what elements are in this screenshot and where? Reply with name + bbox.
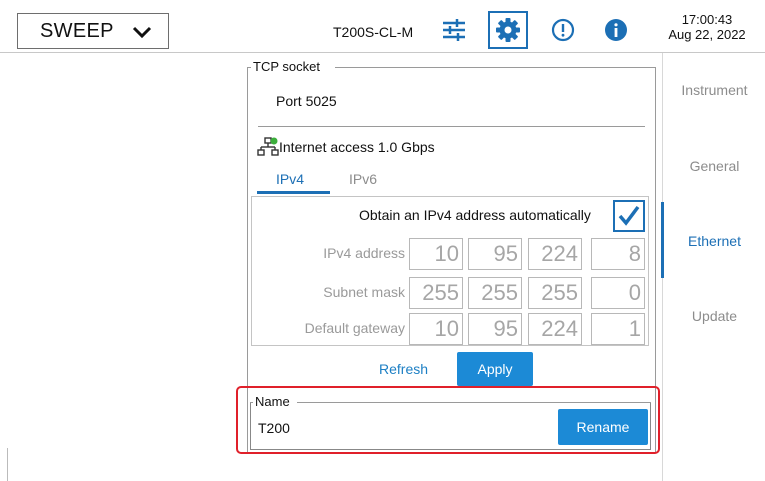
chevron-down-icon [132,26,152,39]
left-edge-line [7,448,8,481]
ipv4-address-octet-2[interactable]: 95 [468,238,522,270]
info-icon [605,19,627,41]
panel-top-border-right [335,67,656,68]
tab-ipv4[interactable]: IPv4 [276,171,304,187]
auto-ip-label: Obtain an IPv4 address automatically [359,207,591,223]
subnet-mask-label: Subnet mask [323,284,405,300]
info-button[interactable] [596,11,636,49]
header-divider [0,52,765,53]
tcp-socket-legend: TCP socket [251,59,322,74]
nav-item-general[interactable]: General [663,158,765,174]
alerts-button[interactable] [543,11,583,49]
mode-label: SWEEP [40,20,114,42]
auto-ip-checkbox[interactable] [613,200,645,232]
port-divider [258,126,645,127]
clock-date: Aug 22, 2022 [668,27,746,42]
sliders-icon [443,19,465,41]
nav-item-instrument[interactable]: Instrument [663,82,765,98]
subnet-mask-octet-2[interactable]: 255 [468,277,522,309]
tab-active-indicator [257,191,330,194]
name-top-border-right [297,402,651,403]
nav-item-ethernet[interactable]: Ethernet [663,233,765,249]
subnet-mask-octet-3[interactable]: 255 [528,277,582,309]
ipv4-address-octet-1[interactable]: 10 [409,238,463,270]
apply-button[interactable]: Apply [457,352,533,386]
gear-icon [496,18,520,42]
ipv4-address-octet-4[interactable]: 8 [591,238,645,270]
clock-time: 17:00:43 [681,12,733,27]
ipv4-address-octet-3[interactable]: 224 [528,238,582,270]
network-icon [257,137,279,156]
settings-nav: Instrument General Ethernet Update [661,53,765,481]
port-label: Port 5025 [276,93,337,109]
checkmark-icon [618,205,640,226]
alert-icon [551,18,575,42]
nav-item-update[interactable]: Update [663,308,765,324]
ipv4-address-label: IPv4 address [323,245,405,261]
clock: 17:00:43 Aug 22, 2022 [652,12,762,42]
default-gateway-octet-3[interactable]: 224 [528,313,582,345]
default-gateway-label: Default gateway [304,320,405,336]
subnet-mask-octet-4[interactable]: 0 [591,277,645,309]
sliders-button[interactable] [434,11,474,49]
name-legend: Name [253,394,292,409]
default-gateway-octet-4[interactable]: 1 [591,313,645,345]
subnet-mask-octet-1[interactable]: 255 [409,277,463,309]
tab-ipv6[interactable]: IPv6 [349,171,377,187]
settings-button[interactable] [488,11,528,49]
instrument-name-field[interactable]: T200 [258,420,290,436]
device-name: T200S-CL-M [333,24,414,40]
mode-dropdown[interactable]: SWEEP [17,13,169,49]
rename-button[interactable]: Rename [558,409,648,445]
refresh-button[interactable]: Refresh [379,361,428,377]
default-gateway-octet-2[interactable]: 95 [468,313,522,345]
internet-status: Internet access 1.0 Gbps [279,139,435,155]
top-bar: SWEEP T200S-CL-M 17:00:43 Aug 22, 2022 [0,0,765,52]
default-gateway-octet-1[interactable]: 10 [409,313,463,345]
